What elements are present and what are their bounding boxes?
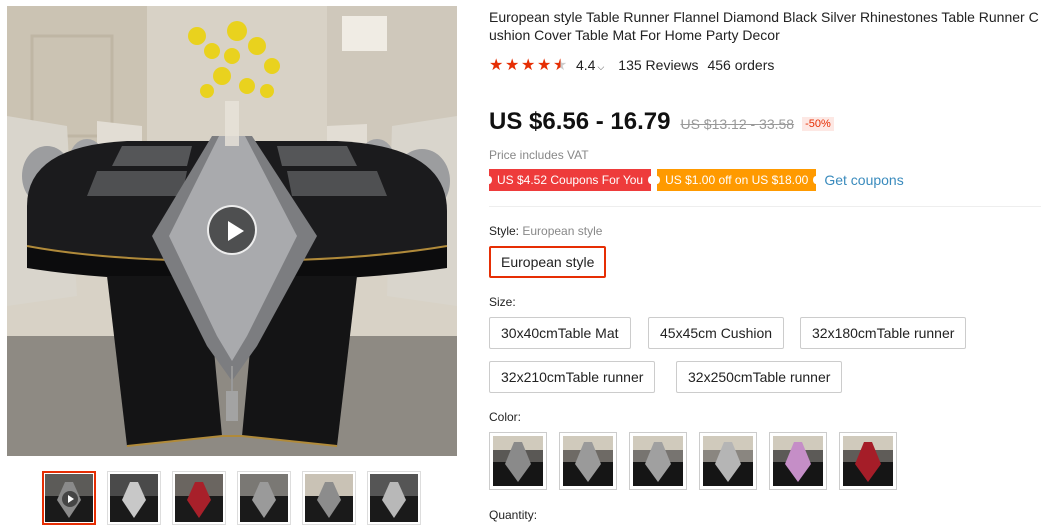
color-swatch-1[interactable]: [489, 432, 547, 490]
quantity-label: Quantity:: [489, 508, 538, 522]
swatch-image: [633, 436, 683, 486]
thumbnail-image: [175, 474, 223, 522]
orders-count: 456 orders: [707, 57, 775, 73]
color-swatch-2[interactable]: [559, 432, 617, 490]
swatch-image: [843, 436, 893, 486]
product-title: European style Table Runner Flannel Diam…: [489, 9, 1039, 43]
size-option-runner-210[interactable]: 32x210cmTable runner: [489, 361, 656, 393]
color-label: Color:: [489, 410, 522, 424]
star-icon: ★: [505, 57, 520, 74]
discount-badge: -50%: [802, 117, 834, 131]
star-icon: ★: [537, 57, 552, 74]
discount-coupon-button[interactable]: US $1.00 off on US $18.00: [654, 169, 820, 191]
size-option-table-mat[interactable]: 30x40cmTable Mat: [489, 317, 631, 349]
size-label: Size:: [489, 295, 516, 309]
thumb-3[interactable]: [172, 471, 226, 525]
style-selected-value: European style: [522, 224, 603, 238]
style-label: Style: European style: [489, 224, 602, 238]
price-row: US $6.56 - 16.79 US $13.12 - 33.58 -50%: [489, 108, 834, 136]
thumbnail-image: [370, 474, 418, 522]
size-option-runner-250[interactable]: 32x250cmTable runner: [676, 361, 843, 393]
rating-value[interactable]: 4.4 ⌵: [576, 57, 604, 73]
thumbnail-image: [240, 474, 288, 522]
color-swatch-4[interactable]: [699, 432, 757, 490]
chevron-down-icon: ⌵: [597, 62, 605, 72]
rating-row: ★ ★ ★ ★ ★ 4.4 ⌵ 135 Reviews 456 orders: [489, 56, 774, 74]
color-swatch-6[interactable]: [839, 432, 897, 490]
swatch-image: [493, 436, 543, 486]
half-star-icon: ★: [553, 57, 568, 74]
star-icon: ★: [521, 57, 536, 74]
style-option-european[interactable]: European style: [489, 246, 607, 278]
swatch-image: [563, 436, 613, 486]
thumbnail-image: [45, 474, 93, 522]
thumb-2[interactable]: [107, 471, 161, 525]
swatch-image: [703, 436, 753, 486]
divider: [489, 206, 1041, 207]
thumb-1[interactable]: [42, 471, 96, 525]
rating-stars: ★ ★ ★ ★ ★: [489, 55, 568, 75]
thumbnail-image: [305, 474, 353, 522]
thumbnail-image: [110, 474, 158, 522]
vat-note: Price includes VAT: [489, 148, 589, 162]
thumb-5[interactable]: [302, 471, 356, 525]
rating-number: 4.4: [576, 57, 596, 73]
get-coupons-link[interactable]: Get coupons: [824, 172, 903, 188]
current-price: US $6.56 - 16.79: [489, 108, 671, 135]
thumb-4[interactable]: [237, 471, 291, 525]
style-label-text: Style:: [489, 224, 523, 238]
color-swatch-3[interactable]: [629, 432, 687, 490]
store-coupon-button[interactable]: US $4.52 Coupons For You: [485, 169, 655, 191]
thumb-6[interactable]: [367, 471, 421, 525]
main-product-image[interactable]: [7, 6, 457, 456]
play-icon: [62, 491, 78, 507]
reviews-link[interactable]: 135 Reviews: [618, 57, 698, 73]
video-play-button[interactable]: [207, 205, 257, 255]
original-price: US $13.12 - 33.58: [680, 116, 795, 132]
star-icon: ★: [489, 57, 504, 74]
size-option-cushion[interactable]: 45x45cm Cushion: [648, 317, 785, 349]
swatch-image: [773, 436, 823, 486]
color-swatch-5[interactable]: [769, 432, 827, 490]
size-option-runner-180[interactable]: 32x180cmTable runner: [800, 317, 967, 349]
thumbnail-strip: [42, 471, 421, 525]
coupons-row: US $4.52 Coupons For You US $1.00 off on…: [485, 169, 904, 191]
